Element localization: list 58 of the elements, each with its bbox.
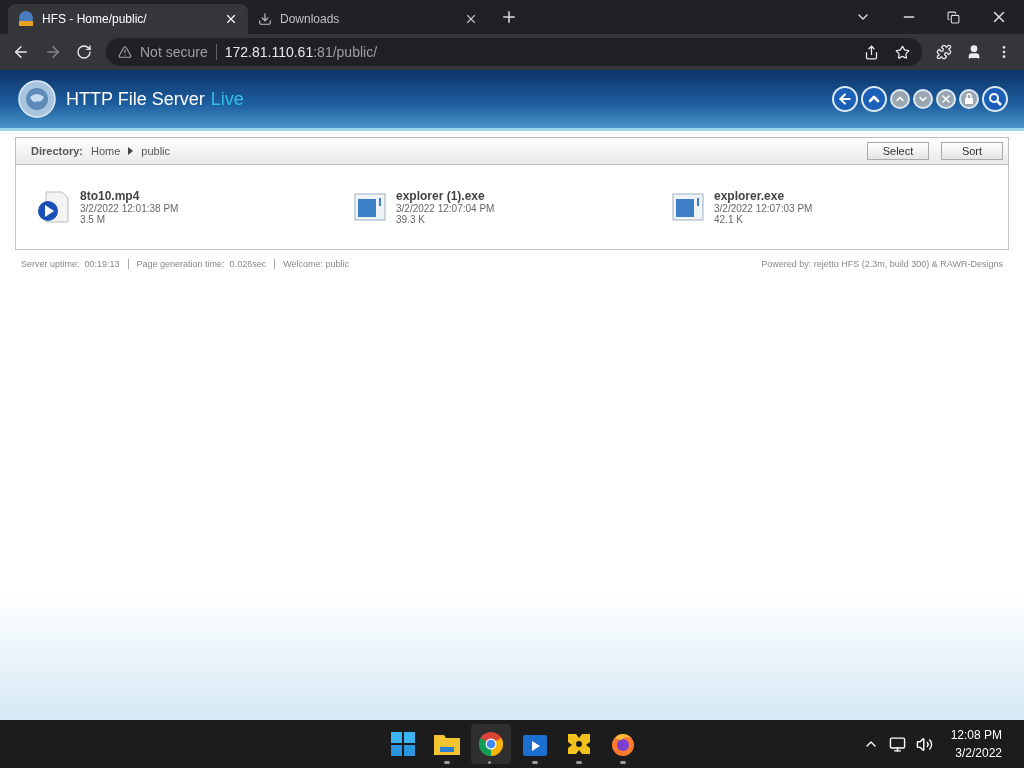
breadcrumb-link[interactable]: public [141, 145, 171, 157]
volume-icon[interactable] [915, 735, 933, 753]
clock-date[interactable]: 3/2/2022 [955, 746, 1002, 760]
powered-by-text: Powered by: rejetto HFS (2.3m, build 300) & RAWR-Designs [761, 259, 1003, 269]
footer-stat: Server uptime: 00:19:13 [21, 259, 120, 269]
file-name-link[interactable]: 8to10.mp4 [80, 189, 179, 203]
download-icon [258, 12, 272, 26]
video-player-icon [523, 732, 547, 756]
globe-logo-icon [18, 80, 56, 118]
toolbar-button[interactable]: Select [867, 142, 929, 160]
close-tab-icon[interactable] [464, 12, 478, 26]
taskbar-app-button[interactable] [471, 724, 511, 764]
application-file-icon [354, 193, 386, 221]
toolbar-button[interactable]: Sort [941, 142, 1003, 160]
directory-label: Directory: [31, 145, 83, 157]
home-button[interactable] [861, 86, 887, 112]
back-button[interactable] [832, 86, 858, 112]
address-field[interactable]: Not secure 172.81.110.61:81/public/ [106, 38, 922, 66]
file-size: 3.5 M [80, 214, 106, 225]
new-tab-icon[interactable] [500, 8, 518, 26]
application-file-icon [672, 193, 704, 221]
warning-icon [118, 45, 132, 59]
breadcrumb-link[interactable]: Home [90, 145, 121, 157]
bookmark-star-icon[interactable] [895, 44, 910, 60]
back-icon[interactable] [12, 43, 30, 61]
forward-icon[interactable] [44, 43, 62, 61]
chrome-icon [479, 732, 503, 756]
restore-icon[interactable] [947, 10, 960, 24]
file-size: 42.1 K [714, 214, 744, 225]
file-date: 3/2/2022 12:07:04 PM [396, 203, 495, 214]
search-button[interactable] [982, 86, 1008, 112]
firefox-icon [611, 732, 635, 756]
share-icon[interactable] [864, 44, 879, 60]
close-icon [940, 93, 952, 105]
breadcrumb-arrow-icon [128, 147, 134, 155]
reload-icon[interactable] [76, 44, 92, 60]
browser-tab[interactable]: HFS - Home/public/ [8, 4, 248, 34]
security-label: Not secure [140, 44, 217, 60]
footer-stat: Welcome: public [274, 259, 350, 269]
live-label: Live [210, 88, 244, 110]
server-title: HTTP File Server [66, 88, 205, 110]
video-file-icon [36, 190, 70, 224]
browser-tab[interactable]: Downloads [248, 4, 488, 34]
file-name-link[interactable]: explorer.exe [714, 189, 813, 203]
file-date: 3/2/2022 12:01:38 PM [80, 203, 179, 214]
profile-icon[interactable] [966, 44, 982, 60]
file-name-link[interactable]: explorer (1).exe [396, 189, 495, 203]
lock-icon [964, 93, 974, 105]
close-tab-icon[interactable] [224, 12, 238, 26]
extensions-icon[interactable] [936, 44, 952, 60]
footer-stat: Page generation time: 0.026sec [127, 259, 267, 269]
clock-time[interactable]: 12:08 PM [950, 728, 1002, 742]
file-size: 39.3 K [396, 214, 426, 225]
file-date: 3/2/2022 12:07:03 PM [714, 203, 813, 214]
windows-start-icon [391, 732, 415, 756]
folder-icon [434, 733, 460, 755]
url-text: 172.81.110.61:81/public/ [224, 44, 378, 60]
search-icon [988, 92, 1002, 106]
